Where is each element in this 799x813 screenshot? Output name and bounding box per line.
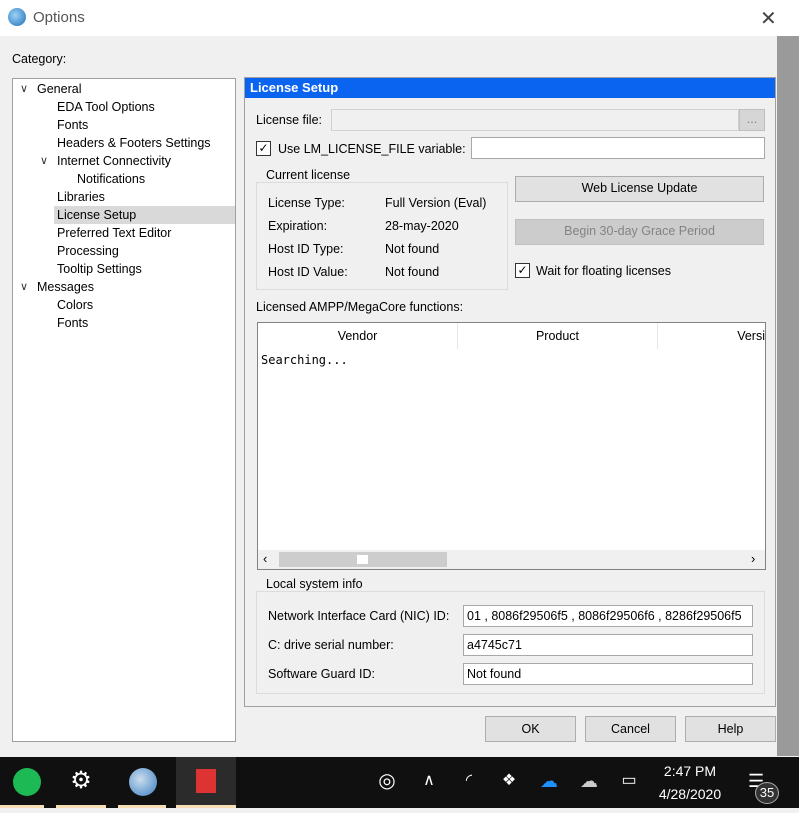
scroll-left-icon[interactable]: ‹ <box>263 551 267 566</box>
tree-item[interactable]: Headers & Footers Settings <box>55 134 213 152</box>
battery-icon[interactable]: ▭ <box>602 757 656 808</box>
info-label: Network Interface Card (NIC) ID: <box>268 609 450 623</box>
expand-chevron-icon[interactable]: ∨ <box>20 82 28 95</box>
clock-time[interactable]: 2:47 PM <box>655 763 725 779</box>
tree-item[interactable]: Tooltip Settings <box>55 260 144 278</box>
clock-date[interactable]: 4/28/2020 <box>652 786 728 802</box>
info-label: Host ID Type: <box>268 242 344 256</box>
tree-item[interactable]: Internet Connectivity <box>55 152 173 170</box>
expand-chevron-icon[interactable]: ∨ <box>20 280 28 293</box>
lm-variable-input[interactable] <box>471 137 765 159</box>
scroll-right-icon[interactable]: › <box>751 551 755 566</box>
scroll-thumb[interactable] <box>279 552 447 567</box>
quartus-globe-icon[interactable] <box>116 757 170 808</box>
web-license-update-button[interactable]: Web License Update <box>515 176 764 202</box>
functions-table[interactable]: Vendor Product Versi Searching... ‹ › <box>257 322 766 570</box>
tree-item[interactable]: Fonts <box>55 116 90 134</box>
panel-header: License Setup <box>245 78 775 98</box>
tree-item[interactable]: Libraries <box>55 188 107 206</box>
tree-item[interactable]: EDA Tool Options <box>55 98 157 116</box>
functions-label: Licensed AMPP/MegaCore functions: <box>256 300 464 314</box>
search-status: Searching... <box>261 353 348 367</box>
horizontal-scrollbar[interactable]: ‹ › <box>258 550 765 569</box>
local-system-title: Local system info <box>263 577 366 591</box>
tree-item[interactable]: Messages <box>35 278 96 296</box>
tree-item[interactable]: Notifications <box>75 170 147 188</box>
tree-item[interactable]: General <box>35 80 83 98</box>
tree-item[interactable]: Preferred Text Editor <box>55 224 173 242</box>
help-button[interactable]: Help <box>685 716 776 742</box>
info-value: Full Version (Eval) <box>385 196 487 210</box>
info-label: Software Guard ID: <box>268 667 375 681</box>
use-lm-checkbox[interactable]: ✓ <box>256 141 271 156</box>
close-button[interactable]: ✕ <box>760 6 777 31</box>
cancel-button[interactable]: Cancel <box>585 716 676 742</box>
info-label: Expiration: <box>268 219 328 233</box>
window-title: Options <box>33 9 85 26</box>
options-window-task-icon[interactable] <box>176 757 236 808</box>
column-vendor[interactable]: Vendor <box>258 323 458 349</box>
wait-floating-label: Wait for floating licenses <box>536 264 672 278</box>
taskbar: ⚙ ◎ ∧ ◜ ❖ ☁ ☁ ▭ 2:47 PM 4/28/2020 ☰ 35 <box>0 757 799 808</box>
info-value: Not found <box>385 265 440 279</box>
ok-button[interactable]: OK <box>485 716 576 742</box>
background-window <box>777 36 799 756</box>
tree-item[interactable]: Colors <box>55 296 95 314</box>
info-value[interactable]: a4745c71 <box>463 634 753 656</box>
info-value: Not found <box>385 242 440 256</box>
settings-gear-icon[interactable]: ⚙ <box>54 757 108 808</box>
spotify-icon[interactable] <box>0 757 54 808</box>
info-label: License Type: <box>268 196 345 210</box>
tree-item[interactable]: Fonts <box>55 314 90 332</box>
current-license-title: Current license <box>263 168 354 182</box>
browse-button[interactable]: ... <box>739 109 765 131</box>
grace-period-button[interactable]: Begin 30-day Grace Period <box>515 219 764 245</box>
wait-floating-checkbox[interactable]: ✓ <box>515 263 530 278</box>
title-bar <box>0 0 799 36</box>
column-product[interactable]: Product <box>458 323 658 349</box>
license-file-label: License file: <box>256 113 323 127</box>
use-lm-label: Use LM_LICENSE_FILE variable: <box>278 142 466 156</box>
license-setup-panel: License Setup License file: ... ✓ Use LM… <box>244 77 776 707</box>
notification-count: 35 <box>755 782 779 804</box>
app-globe-icon <box>8 8 26 26</box>
license-file-input[interactable] <box>331 109 739 131</box>
info-label: Host ID Value: <box>268 265 348 279</box>
info-label: C: drive serial number: <box>268 638 394 652</box>
expand-chevron-icon[interactable]: ∨ <box>40 154 48 167</box>
tree-item[interactable]: License Setup <box>54 206 235 224</box>
column-version[interactable]: Versi <box>658 323 765 349</box>
info-value[interactable]: Not found <box>463 663 753 685</box>
tree-item[interactable]: Processing <box>55 242 121 260</box>
category-label: Category: <box>12 52 67 66</box>
info-value: 28-may-2020 <box>385 219 459 233</box>
info-value[interactable]: 01 , 8086f29506f5 , 8086f29506f6 , 8286f… <box>463 605 753 627</box>
category-tree[interactable]: General ∨ EDA Tool Options Fonts Headers & F… <box>12 78 236 742</box>
